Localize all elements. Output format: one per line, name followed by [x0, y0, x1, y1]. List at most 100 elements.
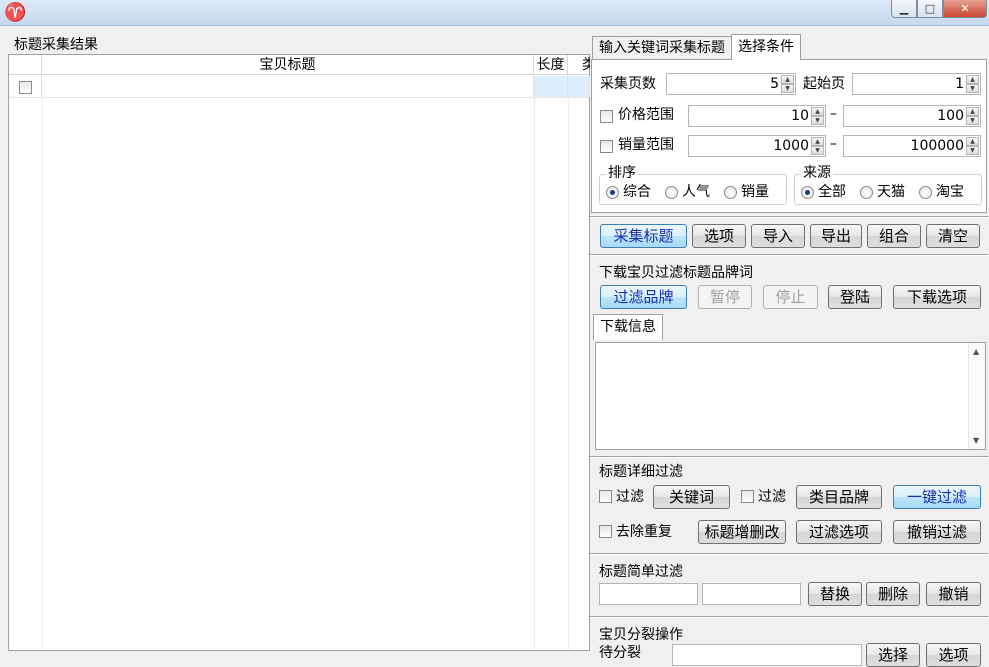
source-label-taobao[interactable]: 淘宝 [936, 182, 964, 202]
row-checkbox-cell[interactable] [9, 76, 42, 97]
filter-brand-button[interactable]: 过滤品牌 [600, 285, 687, 309]
filter-options-button[interactable]: 过滤选项 [796, 520, 882, 544]
spin-up-icon[interactable]: ▲ [966, 75, 979, 84]
source-radio-all[interactable] [801, 186, 814, 199]
price-min-value: 10 [791, 108, 809, 124]
download-options-button[interactable]: 下载选项 [893, 285, 981, 309]
header-length-column[interactable]: 长度 [534, 55, 568, 75]
split-options-button[interactable]: 选项 [926, 643, 981, 667]
dedupe-checkbox[interactable] [599, 525, 612, 538]
spin-down-icon[interactable]: ▼ [966, 116, 979, 125]
source-radio-tmall[interactable] [860, 186, 873, 199]
spin-up-icon[interactable]: ▲ [811, 107, 824, 116]
sort-radio-sales[interactable] [724, 186, 737, 199]
start-page-value: 1 [955, 76, 964, 92]
sort-label-popularity[interactable]: 人气 [682, 182, 710, 202]
ram-logo-icon: ♈ [4, 2, 27, 23]
row-checkbox[interactable] [18, 80, 32, 94]
stop-button[interactable]: 停止 [763, 285, 818, 309]
spin-up-icon[interactable]: ▲ [781, 75, 794, 84]
clear-button[interactable]: 清空 [926, 224, 980, 248]
spin-down-icon[interactable]: ▼ [781, 84, 794, 93]
table-row[interactable] [9, 76, 590, 98]
undo-button[interactable]: 撤销 [926, 582, 981, 606]
spin-down-icon[interactable]: ▼ [811, 116, 824, 125]
results-group: 标题采集结果 宝贝标题 长度 类 [8, 34, 590, 651]
scroll-down-icon[interactable]: ▼ [973, 436, 979, 445]
collect-titles-button[interactable]: 采集标题 [600, 224, 687, 248]
download-section-title: 下载宝贝过滤标题品牌词 [599, 265, 753, 281]
sales-max-spinner[interactable]: 100000 ▲ ▼ [843, 135, 981, 157]
header-category-column[interactable]: 类 [568, 55, 590, 75]
combine-button[interactable]: 组合 [867, 224, 921, 248]
log-scrollbar[interactable]: ▲ ▼ [968, 343, 985, 449]
sales-range-dash: – [830, 136, 837, 152]
filter-keyword-checkbox[interactable] [599, 490, 612, 503]
sort-label-sales[interactable]: 销量 [741, 182, 769, 202]
keyword-button[interactable]: 关键词 [653, 485, 730, 509]
split-input[interactable] [672, 644, 862, 666]
conditions-panel: 采集页数 5 ▲ ▼ 起始页 1 ▲ ▼ 价格范围 10 ▲ ▼ – 100 ▲ ▼ 销… [591, 59, 987, 213]
row-category-cell[interactable] [568, 76, 590, 97]
maximize-button[interactable]: □ [917, 0, 943, 18]
row-title-cell[interactable] [42, 76, 534, 97]
sort-title: 排序 [606, 164, 638, 182]
price-max-spinner[interactable]: 100 ▲ ▼ [843, 105, 981, 127]
filter-category-label[interactable]: 过滤 [758, 487, 786, 507]
replace-text-input[interactable] [702, 583, 801, 605]
spin-up-icon[interactable]: ▲ [966, 107, 979, 116]
spin-up-icon[interactable]: ▲ [811, 137, 824, 146]
condition-tabs: 输入关键词采集标题 选择条件 [592, 34, 801, 60]
source-label-tmall[interactable]: 天猫 [877, 182, 905, 202]
sales-min-spinner[interactable]: 1000 ▲ ▼ [688, 135, 826, 157]
dedupe-label[interactable]: 去除重复 [616, 522, 672, 542]
tab-download-info[interactable]: 下载信息 [593, 314, 663, 340]
pages-label: 采集页数 [600, 76, 656, 92]
sales-range-checkbox[interactable] [600, 140, 613, 153]
pages-value: 5 [770, 76, 779, 92]
replace-button[interactable]: 替换 [808, 582, 862, 606]
row-length-cell[interactable] [534, 76, 568, 97]
source-label-all[interactable]: 全部 [818, 182, 846, 202]
divider [590, 254, 988, 256]
spin-down-icon[interactable]: ▼ [811, 146, 824, 155]
pause-button[interactable]: 暂停 [698, 285, 752, 309]
import-button[interactable]: 导入 [751, 224, 805, 248]
login-button[interactable]: 登陆 [828, 285, 882, 309]
close-button[interactable]: ✕ [943, 0, 987, 18]
scroll-up-icon[interactable]: ▲ [973, 347, 979, 356]
header-title-column[interactable]: 宝贝标题 [42, 55, 534, 75]
spin-down-icon[interactable]: ▼ [966, 84, 979, 93]
delete-button[interactable]: 删除 [866, 582, 920, 606]
undo-filter-button[interactable]: 撤销过滤 [893, 520, 981, 544]
price-max-value: 100 [937, 108, 964, 124]
pages-spinner[interactable]: 5 ▲ ▼ [666, 73, 796, 95]
sort-label-composite[interactable]: 综合 [623, 182, 651, 202]
grid-header: 宝贝标题 长度 类 [9, 55, 590, 75]
tab-select-conditions[interactable]: 选择条件 [731, 34, 801, 60]
split-select-button[interactable]: 选择 [866, 643, 920, 667]
export-button[interactable]: 导出 [810, 224, 862, 248]
detail-filter-title: 标题详细过滤 [599, 464, 683, 480]
source-radio-taobao[interactable] [919, 186, 932, 199]
divider [590, 456, 988, 458]
find-text-input[interactable] [599, 583, 698, 605]
spin-up-icon[interactable]: ▲ [966, 137, 979, 146]
options-button[interactable]: 选项 [692, 224, 746, 248]
sort-radio-popularity[interactable] [665, 186, 678, 199]
sort-radio-composite[interactable] [606, 186, 619, 199]
grid-column-divider [534, 98, 535, 650]
title-edit-button[interactable]: 标题增删改 [698, 520, 786, 544]
filter-category-checkbox[interactable] [741, 490, 754, 503]
start-page-spinner[interactable]: 1 ▲ ▼ [852, 73, 981, 95]
one-click-filter-button[interactable]: 一键过滤 [893, 485, 981, 509]
minimize-button[interactable]: ▁ [891, 0, 917, 18]
price-range-checkbox[interactable] [600, 110, 613, 123]
tab-keyword-collect[interactable]: 输入关键词采集标题 [592, 36, 732, 60]
price-min-spinner[interactable]: 10 ▲ ▼ [688, 105, 826, 127]
download-info-log[interactable]: ▲ ▼ [595, 342, 986, 450]
category-brand-button[interactable]: 类目品牌 [796, 485, 882, 509]
filter-keyword-label[interactable]: 过滤 [616, 487, 644, 507]
spin-down-icon[interactable]: ▼ [966, 146, 979, 155]
results-grid[interactable]: 宝贝标题 长度 类 [8, 54, 590, 651]
